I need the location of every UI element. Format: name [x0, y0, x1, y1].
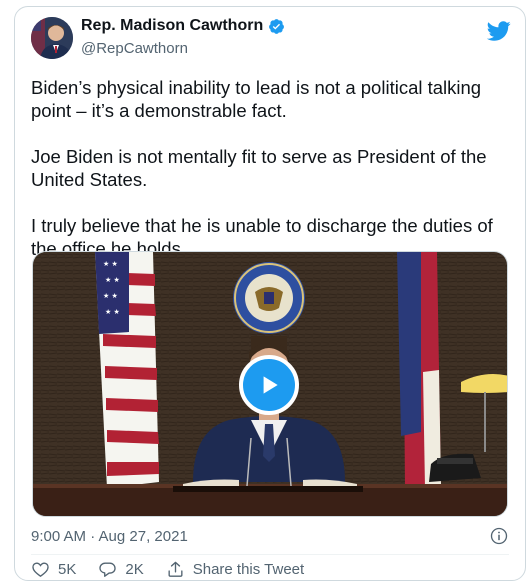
tweet-timestamp[interactable]: 9:00 AM · Aug 27, 2021	[31, 528, 188, 545]
video-thumbnail[interactable]: ★ ★ ★ ★ ★ ★ ★ ★	[32, 251, 508, 517]
author-name[interactable]: Rep. Madison Cawthorn	[81, 17, 263, 35]
like-count: 5K	[58, 561, 77, 578]
svg-text:★ ★: ★ ★	[105, 308, 120, 316]
share-button[interactable]: Share this Tweet	[166, 560, 304, 579]
info-icon[interactable]	[489, 526, 509, 546]
twitter-bird-icon[interactable]	[487, 19, 511, 43]
avatar[interactable]	[31, 17, 73, 59]
like-button[interactable]: 5K	[31, 560, 76, 579]
svg-text:★ ★: ★ ★	[103, 260, 118, 268]
svg-text:★ ★: ★ ★	[103, 292, 118, 300]
author-handle[interactable]: @RepCawthorn	[81, 40, 188, 57]
heart-icon	[32, 562, 49, 578]
share-icon	[168, 561, 183, 577]
svg-text:★ ★: ★ ★	[105, 276, 120, 284]
reply-button[interactable]: 2K	[98, 560, 144, 579]
house-seal	[233, 262, 305, 334]
tweet-paragraph: Biden’s physical inability to lead is no…	[31, 77, 482, 121]
reply-count: 2K	[125, 561, 144, 578]
tweet-actions: 5K 2K Share this Tweet	[31, 560, 326, 579]
divider	[31, 554, 509, 555]
tweet-paragraph: Joe Biden is not mentally fit to serve a…	[31, 146, 487, 190]
verified-badge-icon	[269, 18, 285, 34]
tweet-card: Rep. Madison Cawthorn @RepCawthorn Biden…	[14, 6, 526, 581]
reply-icon	[99, 562, 117, 577]
play-button[interactable]	[239, 355, 299, 415]
share-label: Share this Tweet	[192, 561, 305, 578]
play-icon	[263, 376, 278, 394]
